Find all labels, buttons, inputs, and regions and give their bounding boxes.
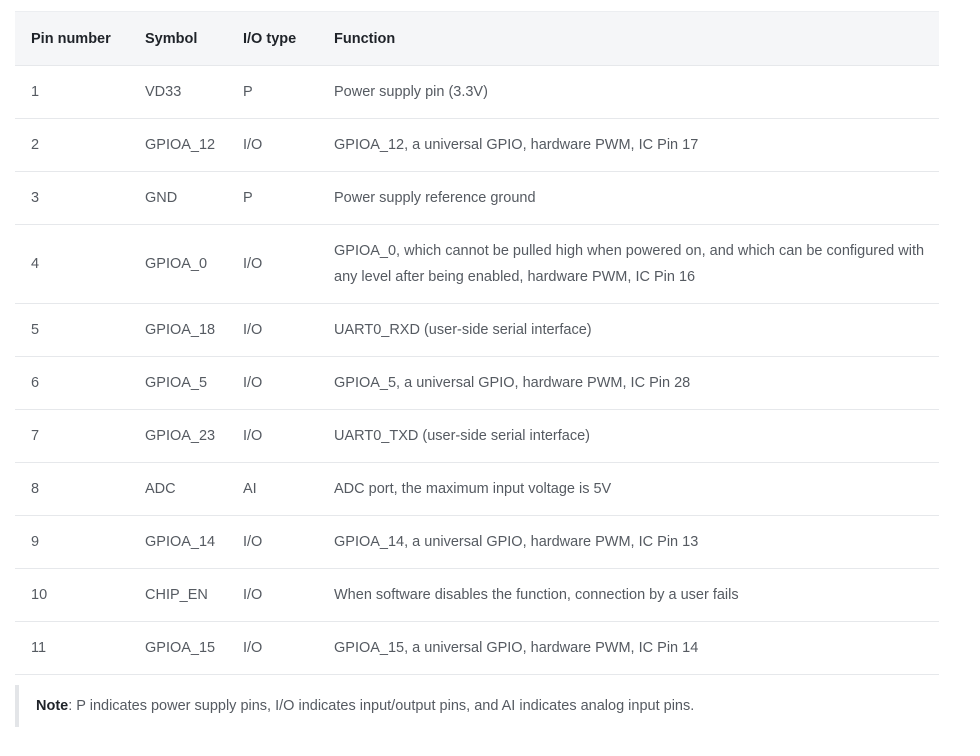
cell-io-type: I/O <box>227 409 318 463</box>
cell-symbol: GPIOA_0 <box>129 224 227 304</box>
table-row: 8 ADC AI ADC port, the maximum input vol… <box>15 462 939 516</box>
table-row: 11 GPIOA_15 I/O GPIOA_15, a universal GP… <box>15 621 939 675</box>
cell-symbol: GPIOA_12 <box>129 118 227 172</box>
note-label: Note <box>36 698 69 714</box>
table-row: 7 GPIOA_23 I/O UART0_TXD (user-side seri… <box>15 409 939 463</box>
cell-io-type: I/O <box>227 621 318 675</box>
cell-pin: 2 <box>15 118 129 172</box>
cell-io-type: I/O <box>227 118 318 172</box>
table-row: 2 GPIOA_12 I/O GPIOA_12, a universal GPI… <box>15 118 939 172</box>
table-row: 1 VD33 P Power supply pin (3.3V) <box>15 65 939 119</box>
header-function: Function <box>318 11 939 66</box>
table-row: 9 GPIOA_14 I/O GPIOA_14, a universal GPI… <box>15 515 939 569</box>
table-body: 1 VD33 P Power supply pin (3.3V) 2 GPIOA… <box>15 65 939 675</box>
document-content: Pin number Symbol I/O type Function 1 VD… <box>0 0 980 727</box>
cell-function: GPIOA_5, a universal GPIO, hardware PWM,… <box>318 356 939 410</box>
table-row: 3 GND P Power supply reference ground <box>15 171 939 225</box>
cell-symbol: GPIOA_23 <box>129 409 227 463</box>
cell-io-type: I/O <box>227 356 318 410</box>
cell-function: When software disables the function, con… <box>318 568 939 622</box>
cell-io-type: I/O <box>227 224 318 304</box>
cell-pin: 6 <box>15 356 129 410</box>
header-io-type: I/O type <box>227 11 318 66</box>
cell-io-type: I/O <box>227 303 318 357</box>
cell-pin: 11 <box>15 621 129 675</box>
cell-function: Power supply reference ground <box>318 171 939 225</box>
cell-pin: 10 <box>15 568 129 622</box>
cell-symbol: GPIOA_14 <box>129 515 227 569</box>
cell-function: ADC port, the maximum input voltage is 5… <box>318 462 939 516</box>
cell-pin: 9 <box>15 515 129 569</box>
cell-function: UART0_TXD (user-side serial interface) <box>318 409 939 463</box>
cell-io-type: P <box>227 65 318 119</box>
cell-function: GPIOA_14, a universal GPIO, hardware PWM… <box>318 515 939 569</box>
cell-pin: 8 <box>15 462 129 516</box>
cell-symbol: GPIOA_5 <box>129 356 227 410</box>
cell-symbol: GPIOA_18 <box>129 303 227 357</box>
note-text: : P indicates power supply pins, I/O ind… <box>68 698 695 714</box>
table-row: 6 GPIOA_5 I/O GPIOA_5, a universal GPIO,… <box>15 356 939 410</box>
table-row: 4 GPIOA_0 I/O GPIOA_0, which cannot be p… <box>15 224 939 304</box>
cell-function: GPIOA_0, which cannot be pulled high whe… <box>318 224 939 304</box>
cell-pin: 4 <box>15 224 129 304</box>
pin-table: Pin number Symbol I/O type Function 1 VD… <box>15 11 939 675</box>
header-row: Pin number Symbol I/O type Function <box>15 11 939 66</box>
cell-symbol: CHIP_EN <box>129 568 227 622</box>
cell-symbol: GND <box>129 171 227 225</box>
cell-io-type: I/O <box>227 568 318 622</box>
table-row: 5 GPIOA_18 I/O UART0_RXD (user-side seri… <box>15 303 939 357</box>
cell-io-type: P <box>227 171 318 225</box>
cell-pin: 1 <box>15 65 129 119</box>
cell-pin: 3 <box>15 171 129 225</box>
cell-function: UART0_RXD (user-side serial interface) <box>318 303 939 357</box>
cell-io-type: I/O <box>227 515 318 569</box>
table-row: 10 CHIP_EN I/O When software disables th… <box>15 568 939 622</box>
cell-function: GPIOA_12, a universal GPIO, hardware PWM… <box>318 118 939 172</box>
table-header: Pin number Symbol I/O type Function <box>15 11 939 66</box>
cell-symbol: ADC <box>129 462 227 516</box>
header-symbol: Symbol <box>129 11 227 66</box>
cell-symbol: VD33 <box>129 65 227 119</box>
cell-function: GPIOA_15, a universal GPIO, hardware PWM… <box>318 621 939 675</box>
cell-pin: 7 <box>15 409 129 463</box>
cell-function: Power supply pin (3.3V) <box>318 65 939 119</box>
cell-pin: 5 <box>15 303 129 357</box>
cell-symbol: GPIOA_15 <box>129 621 227 675</box>
header-pin-number: Pin number <box>15 11 129 66</box>
note-callout: Note: P indicates power supply pins, I/O… <box>15 685 916 727</box>
cell-io-type: AI <box>227 462 318 516</box>
